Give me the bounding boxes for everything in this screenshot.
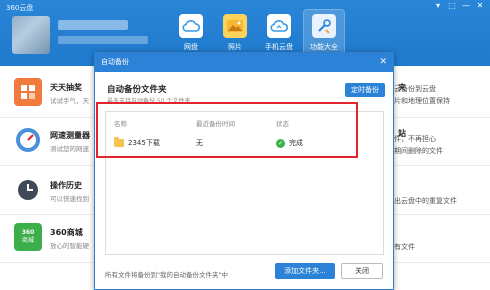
nav-item-phone-cloud[interactable]: 手机云盘 bbox=[260, 10, 298, 56]
store-icon: 360 商城 bbox=[14, 223, 42, 251]
right-desc: 有文件 bbox=[394, 243, 415, 251]
top-nav: 网盘 照片 手机云盘 功能大全 bbox=[172, 9, 345, 57]
user-name-blurred bbox=[58, 20, 128, 30]
tool-desc: 测试您的网速 bbox=[50, 145, 89, 153]
right-desc: 出云盘中的重复文件 bbox=[394, 197, 457, 205]
speedometer-icon bbox=[14, 126, 42, 154]
menu-dropdown-icon[interactable]: ▾ bbox=[434, 2, 442, 10]
lottery-icon bbox=[14, 78, 42, 106]
tool-title: 网速测量器 bbox=[50, 131, 90, 140]
nav-label: 照片 bbox=[228, 43, 242, 51]
nav-label: 手机云盘 bbox=[265, 43, 293, 51]
user-info-blurred bbox=[58, 36, 148, 44]
clock-icon bbox=[14, 176, 42, 204]
avatar[interactable] bbox=[12, 16, 50, 54]
photo-icon bbox=[223, 14, 247, 38]
minimize-icon[interactable]: — bbox=[462, 2, 470, 10]
add-folder-button[interactable]: 添加文件夹... bbox=[275, 263, 335, 279]
close-icon[interactable]: ✕ bbox=[476, 2, 484, 10]
tool-desc: 放心的智能硬 bbox=[50, 242, 89, 250]
highlight-annotation bbox=[96, 102, 358, 158]
right-desc: 云备份到云盘 bbox=[394, 85, 436, 93]
dialog-title: 自动备份 bbox=[101, 58, 129, 66]
tool-history[interactable]: 操作历史 可以快速找到 bbox=[14, 176, 94, 216]
tool-lottery[interactable]: 天天抽奖 试试手气，天 bbox=[14, 78, 94, 118]
tool-title: 天天抽奖 bbox=[50, 83, 82, 92]
tools-icon bbox=[312, 14, 336, 38]
schedule-backup-button[interactable]: 定时备份 bbox=[345, 83, 385, 97]
auto-backup-dialog: 自动备份 ✕ 自动备份文件夹 最多支持自动备份 50 个文件夹 定时备份 名称 … bbox=[94, 52, 394, 290]
tool-desc: 试试手气，天 bbox=[50, 97, 89, 105]
nav-label: 功能大全 bbox=[310, 43, 338, 51]
right-desc: 期间删除的文件 bbox=[394, 147, 443, 155]
nav-item-all-features[interactable]: 功能大全 bbox=[303, 9, 345, 57]
footer-note: 所有文件将备份到"我的自动备份文件夹"中 bbox=[105, 271, 228, 279]
nav-item-photos[interactable]: 照片 bbox=[216, 10, 254, 56]
right-desc: 片和地理位置保持 bbox=[394, 97, 450, 105]
tool-store[interactable]: 360 商城 360商城 放心的智能硬 bbox=[14, 223, 94, 263]
skin-icon[interactable]: ⬚ bbox=[448, 2, 456, 10]
dialog-titlebar: 自动备份 ✕ bbox=[95, 53, 393, 72]
close-button[interactable]: 关闭 bbox=[341, 263, 383, 279]
dialog-close-icon[interactable]: ✕ bbox=[379, 53, 387, 72]
nav-item-disk[interactable]: 网盘 bbox=[172, 10, 210, 56]
tool-title: 360商城 bbox=[50, 228, 83, 237]
cloud-icon bbox=[179, 14, 203, 38]
nav-label: 网盘 bbox=[184, 43, 198, 51]
right-desc: 件，不再担心 bbox=[394, 135, 436, 143]
tool-title: 操作历史 bbox=[50, 181, 82, 190]
app-title: 360云盘 bbox=[6, 4, 34, 12]
tool-desc: 可以快速找到 bbox=[50, 195, 89, 203]
phone-cloud-icon bbox=[267, 14, 291, 38]
window-controls: ▾ ⬚ — ✕ bbox=[434, 2, 484, 10]
tool-speed-test[interactable]: 网速测量器 测试您的网速 bbox=[14, 126, 94, 166]
dialog-heading: 自动备份文件夹 bbox=[107, 85, 167, 95]
